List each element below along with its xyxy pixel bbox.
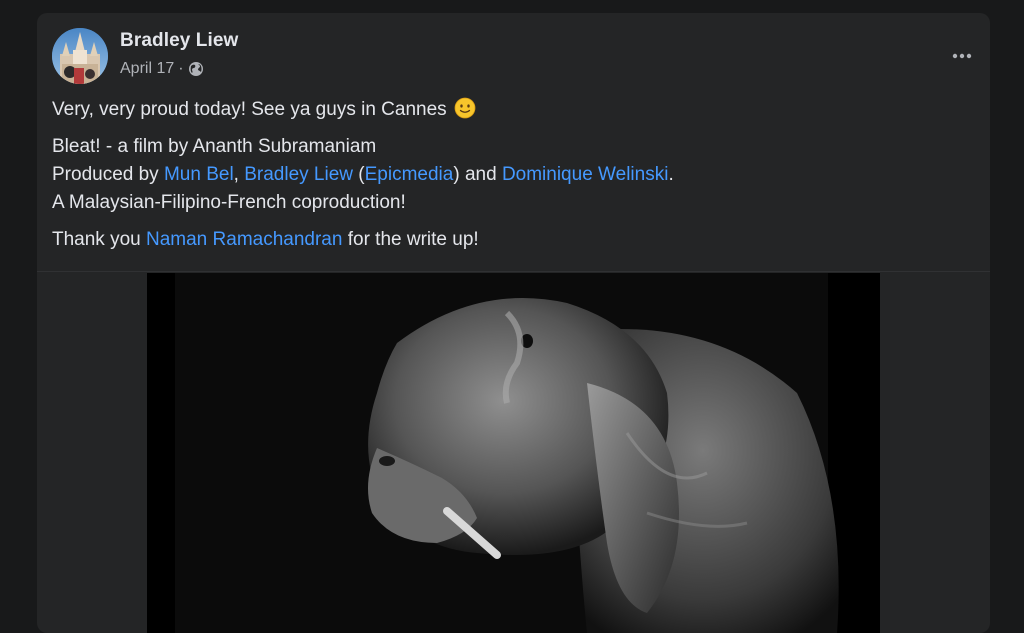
globe-icon[interactable] xyxy=(188,61,204,77)
paren-close-and-text: ) and xyxy=(453,164,502,185)
mention-naman-ramachandran[interactable]: Naman Ramachandran xyxy=(146,229,342,250)
more-options-button[interactable] xyxy=(944,38,980,74)
post-card: Bradley Liew April 17 · Very, very proud… xyxy=(37,13,990,633)
post-paragraph-2: Bleat! - a film by Ananth Subramaniam Pr… xyxy=(52,133,972,217)
post-line-1-text: Very, very proud today! See ya guys in C… xyxy=(52,99,447,120)
mention-dominique-welinski[interactable]: Dominique Welinski xyxy=(502,164,669,185)
post-text: Very, very proud today! See ya guys in C… xyxy=(52,96,972,263)
author-name[interactable]: Bradley Liew xyxy=(120,30,238,52)
write-up-text: for the write up! xyxy=(342,229,479,250)
produced-by-text: Produced by xyxy=(52,164,164,185)
paren-open-text: ( xyxy=(353,164,365,185)
thank-you-text: Thank you xyxy=(52,229,146,250)
media-divider xyxy=(37,271,990,272)
period-text: . xyxy=(668,164,674,185)
goat-photo-image xyxy=(147,273,880,633)
post-date[interactable]: April 17 xyxy=(120,60,174,78)
post-line-2: Bleat! - a film by Ananth Subramaniam xyxy=(52,136,377,157)
post-line-4: A Malaysian-Filipino-French coproduction… xyxy=(52,192,406,213)
post-header: Bradley Liew April 17 · xyxy=(52,28,972,84)
post-line-1: Very, very proud today! See ya guys in C… xyxy=(52,96,972,124)
comma-text: , xyxy=(233,164,245,185)
meta-separator: · xyxy=(178,60,184,77)
mention-epicmedia[interactable]: Epicmedia xyxy=(365,164,454,185)
more-horizontal-icon xyxy=(952,53,972,59)
post-line-5: Thank you Naman Ramachandran for the wri… xyxy=(52,226,972,254)
post-photo[interactable] xyxy=(147,273,880,633)
post-meta: April 17 · xyxy=(120,60,204,78)
avatar-image xyxy=(52,28,108,84)
author-avatar[interactable] xyxy=(52,28,108,84)
mention-bradley-liew[interactable]: Bradley Liew xyxy=(244,164,353,185)
mention-mun-bel[interactable]: Mun Bel xyxy=(164,164,234,185)
slightly-smiling-face-emoji xyxy=(454,97,476,119)
